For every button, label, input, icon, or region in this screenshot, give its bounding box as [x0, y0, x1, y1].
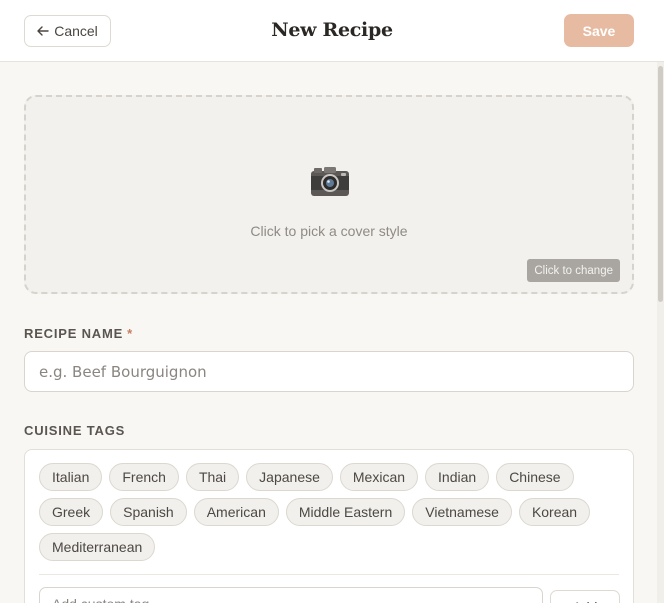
- custom-tag-input[interactable]: [39, 587, 543, 603]
- divider: [39, 574, 619, 575]
- tag-list: Italian French Thai Japanese Mexican Indian Ch…: [39, 463, 621, 561]
- required-mark: *: [127, 326, 133, 341]
- cuisine-tag[interactable]: Korean: [518, 498, 591, 526]
- recipe-name-label-text: RECIPE NAME: [24, 326, 124, 341]
- cuisine-tag[interactable]: Thai: [185, 463, 240, 491]
- cuisine-tag[interactable]: Spanish: [110, 498, 187, 526]
- cuisine-tags-panel: Italian French Thai Japanese Mexican Indian Ch…: [24, 449, 634, 603]
- cuisine-tags-label: CUISINE TAGS: [24, 423, 126, 438]
- header-bar: Cancel New Recipe Save: [0, 0, 664, 62]
- scroll-thumb[interactable]: [658, 66, 663, 302]
- cuisine-tag[interactable]: American: [193, 498, 279, 526]
- add-tag-button[interactable]: Add: [550, 590, 620, 603]
- cover-picker[interactable]: Click to pick a cover style Click to cha…: [24, 95, 634, 294]
- cuisine-tag[interactable]: Italian: [39, 463, 103, 491]
- cuisine-tag[interactable]: Mediterranean: [39, 533, 156, 561]
- cuisine-tag[interactable]: Indian: [425, 463, 490, 491]
- cover-prompt: Click to pick a cover style: [250, 223, 408, 239]
- cuisine-tag[interactable]: Mexican: [339, 463, 419, 491]
- cuisine-tag[interactable]: Chinese: [496, 463, 574, 491]
- cuisine-tag[interactable]: French: [109, 463, 179, 491]
- change-cover-badge[interactable]: Click to change: [527, 259, 620, 282]
- cuisine-tag[interactable]: Middle Eastern: [285, 498, 406, 526]
- cuisine-tag[interactable]: Japanese: [246, 463, 333, 491]
- cuisine-tag[interactable]: Greek: [39, 498, 104, 526]
- recipe-name-label: RECIPE NAME *: [24, 326, 133, 341]
- recipe-name-input[interactable]: [24, 351, 634, 392]
- camera-icon: [310, 165, 350, 197]
- scrollbar[interactable]: [657, 62, 664, 603]
- cuisine-tag[interactable]: Vietnamese: [412, 498, 512, 526]
- save-button[interactable]: Save: [564, 14, 634, 47]
